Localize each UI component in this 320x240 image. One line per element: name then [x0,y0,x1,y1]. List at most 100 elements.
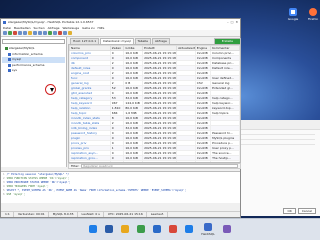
mouse-cursor-highlight [45,84,56,95]
table-cell: 2025-06-21 15:15:18 [142,105,178,111]
help-icon[interactable] [68,31,72,35]
copy-icon[interactable] [18,31,22,35]
line-number: 6 [3,193,5,196]
filter-bar: Filter: Regulärer Ausdruck [68,163,241,169]
table-cell: 2025-06-21 15:15:18 [142,65,178,71]
taskbar-item[interactable] [89,225,98,234]
database-icon [8,58,11,62]
line-number: 4 [3,185,5,188]
menu-tools[interactable]: Werkzeuge [62,26,79,30]
status-bar: 1:1 Verbunden: 00:01 MySQL 8.0.35 Laufze… [1,211,240,217]
status-cursor: 1:1 [2,212,14,217]
status-time: UTC: 2025-06-21 15:16 [105,212,147,217]
export-icon[interactable] [43,31,47,35]
desktop-icon-label: Firefox [308,17,318,21]
server-icon [5,47,8,51]
sql-text: SELECT *, EVENT_SCHEMA AS `Db`, EVENT_NA… [6,189,187,192]
filter-input[interactable]: Regulärer Ausdruck [81,164,238,168]
table-cell: 2025-06-21 15:15:18 [142,115,178,121]
session-manager-icon[interactable] [3,31,7,35]
taskbar-app-icon [169,225,178,233]
sql-text: SHOW TRIGGERS FROM `mysql`; [6,185,49,188]
window-title: stargazer/MySQL/mysql/ - HeidiSQL Portab… [8,20,94,24]
maximize-icon[interactable]: □ [231,20,234,24]
taskbar-item[interactable] [222,225,231,234]
taskbar-item[interactable] [121,225,130,234]
taskbar-app-icon [137,225,146,233]
taskbar-item[interactable] [185,225,194,234]
paste-icon[interactable] [23,31,27,35]
taskbar-app-icon [89,225,98,233]
cursor-icon [50,88,54,92]
line-number: 5 [3,189,5,192]
tree-item-db[interactable]: sys [2,68,65,74]
cancel-button[interactable]: Cancel [297,208,316,214]
menu-help[interactable]: Hilfe [98,26,105,30]
run-selection-icon[interactable] [53,31,57,35]
table-cell: 2025-06-21 15:15:18 [142,70,178,76]
disconnect-icon[interactable] [13,31,17,35]
taskbar-item[interactable] [137,225,146,234]
menu-query[interactable]: Abfrage [48,26,60,30]
table-cell: 2025-06-21 15:15:18 [142,120,178,126]
taskbar-app-icon [153,225,162,233]
table-cell: 2025-06-21 15:15:18 [142,125,178,131]
tab-strip: Host: 127.0.0.1 Datenbank: mysql Tabelle… [68,37,241,44]
taskbar-app-icon [105,225,114,233]
table-cell: 2025-06-21 15:15:18 [142,155,178,161]
close-icon[interactable]: ✕ [235,20,238,24]
desktop-icon-firefox[interactable]: Firefox [306,8,320,21]
taskbar-item[interactable] [105,225,114,234]
line-number: 1 [3,173,5,176]
taskbar-item[interactable]: HeidiSQL [201,223,215,236]
status-runtime: Laufzeit: 0 s [79,212,104,217]
column-header[interactable]: Aktualisiert [176,45,196,51]
table-row[interactable]: replication_grou... 0 16,0 KiB 2025-06-21 1… [69,155,240,161]
line-number: 3 [3,181,5,184]
menu-goto[interactable]: Gehe zu [82,26,94,30]
menu-edit[interactable]: Bearbeiten [14,26,30,30]
table-cell: 2025-06-21 15:15:18 [142,140,178,146]
table-cell: 2025-06-21 15:15:18 [142,85,178,91]
table-cell: 2025-06-21 15:15:18 [142,50,178,56]
database-icon [8,69,11,73]
table-cell: 2025-06-21 15:15:18 [142,130,178,136]
connect-icon[interactable] [8,31,12,35]
menu-search[interactable]: Suchen [34,26,45,30]
table-cell: 2025-06-21 15:15:18 [142,150,178,156]
taskbar-item[interactable] [169,225,178,234]
desktop-icon-label: Google [287,17,299,21]
filter-label: Filter: [71,164,80,168]
table-cell: 2025-06-21 15:15:18 [142,80,178,86]
table-grid: Name Zeilen Größe Erstellt Aktualisiert Engin… [68,44,241,163]
status-version: MySQL 8.0.35 [50,212,78,217]
sql-text: SHOW PROCEDURE STATUS WHERE `Db`='mysql'… [6,181,71,184]
table-cell: 144,0 KiB [123,100,144,106]
taskbar-app-icon [121,225,130,233]
table-cell: 2025-06-21 15:15:18 [142,100,178,106]
taskbar-item[interactable] [153,225,162,234]
table-cell: 2025-06-21 15:15:18 [142,135,178,141]
format-icon[interactable] [63,31,67,35]
background-window: OK Cancel [228,120,320,216]
ok-button[interactable]: OK [283,208,296,214]
toolbar [1,30,240,37]
stop-icon[interactable] [58,31,62,35]
table-row[interactable]: replication_asyn... 0 16,0 KiB 2025-06-21 1… [69,150,240,156]
sql-log[interactable]: 1/* Entering session "stargazer/MySQL" *… [1,171,240,203]
refresh-icon[interactable] [28,31,32,35]
status-idle: Leerlauf. [148,212,168,217]
run-icon[interactable] [48,31,52,35]
users-icon[interactable] [33,31,37,35]
tree-filter-input[interactable] [2,39,65,44]
desktop-icon-google[interactable]: Google [286,8,300,21]
taskbar-app-icon [222,225,231,233]
table-cell: 2025-06-21 15:15:18 [142,110,178,116]
menu-file[interactable]: Datei [3,26,11,30]
table-row[interactable]: password_history 0 16,0 KiB 2025-06-21 15:1… [69,130,240,136]
import-icon[interactable] [38,31,42,35]
database-icon [8,63,11,67]
table-cell: 2025-06-21 15:15:18 [142,90,178,96]
table-cell: 2025-06-21 15:15:18 [142,145,178,151]
minimize-icon[interactable]: – [227,20,229,24]
